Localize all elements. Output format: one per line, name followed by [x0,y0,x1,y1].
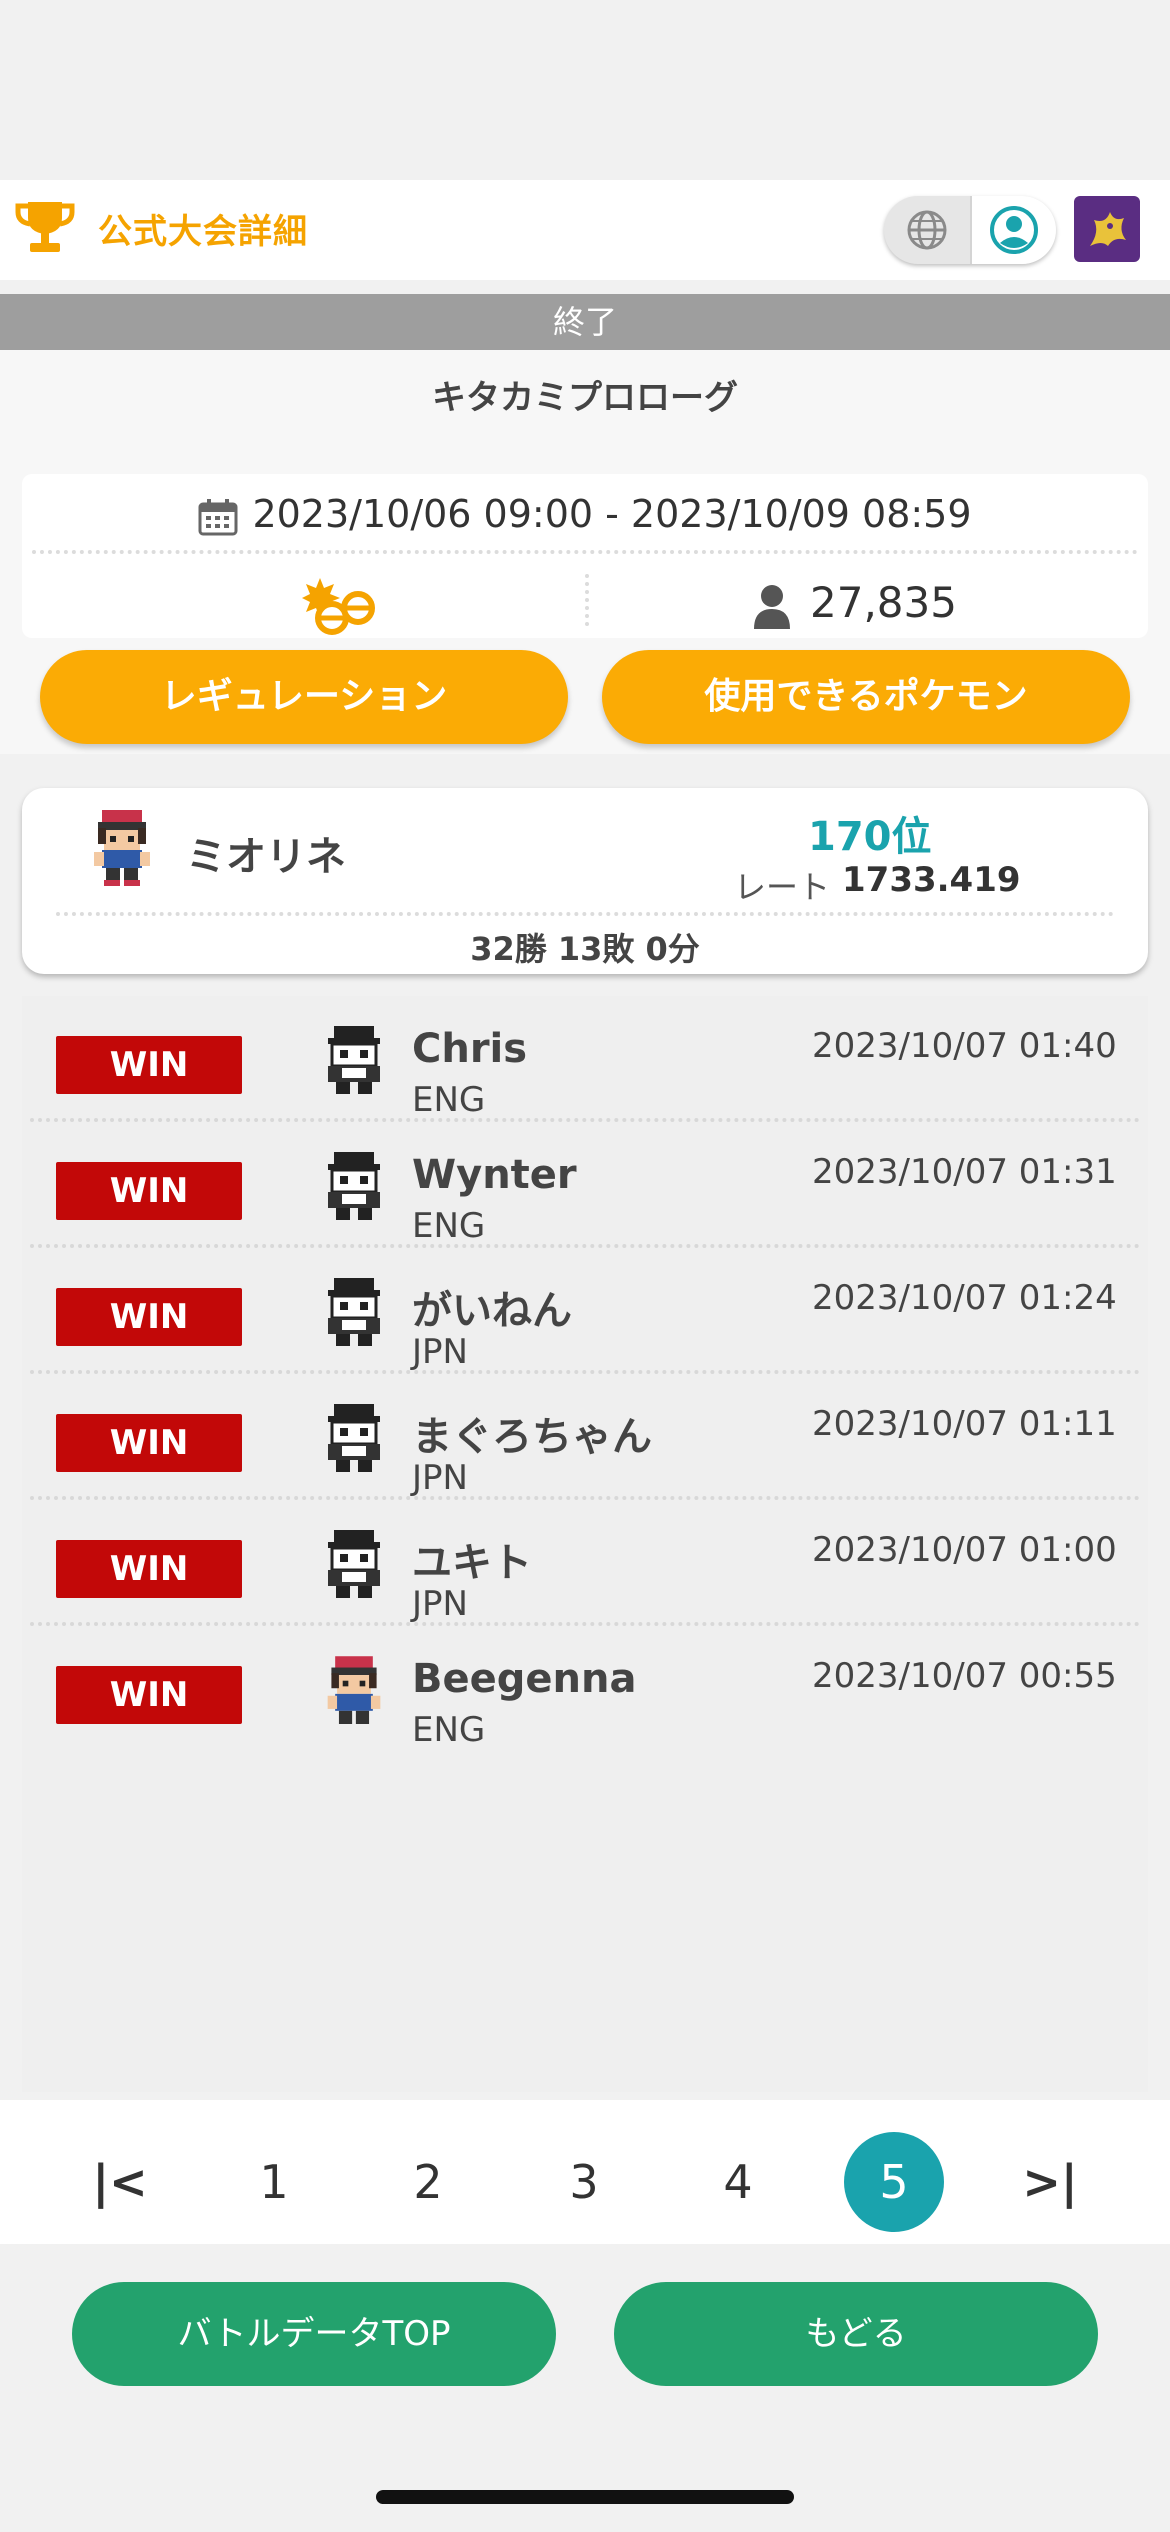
result-badge: WIN [56,1162,242,1220]
player-summary-card: ミオリネ 170位 レート 1733.419 32勝 13敗 0分 [22,788,1148,974]
calendar-icon [198,498,238,535]
opponent-language: ENG [412,1206,486,1246]
global-view-button[interactable] [884,196,970,264]
match-row[interactable]: WIN まぐろちゃん JPN 2023/10/07 01:11 [22,1374,1148,1500]
opponent-name: ユキト [412,1540,532,1586]
match-row[interactable]: WIN Beegenna ENG 2023/10/07 00:55 [22,1626,1148,1752]
match-row[interactable]: WIN Wynter ENG 2023/10/07 01:31 [22,1122,1148,1248]
person-icon [754,584,790,629]
rate-value: 1733.419 [842,860,1021,900]
opponent-avatar [327,1656,381,1724]
match-row[interactable]: WIN ユキト JPN 2023/10/07 01:00 [22,1500,1148,1626]
result-badge: WIN [56,1666,242,1724]
opponent-avatar [328,1278,380,1346]
double-battle-icon [302,578,375,635]
last-page-button[interactable]: >| [1000,2132,1100,2232]
rate-label: レート [734,868,831,906]
opponent-language: ENG [412,1080,486,1120]
trophy-icon [15,202,75,252]
opponent-language: ENG [412,1710,486,1750]
page-1-button[interactable]: 1 [224,2132,324,2232]
home-indicator [376,2490,794,2504]
result-badge: WIN [56,1288,242,1346]
participants-count: 27,835 [752,578,957,629]
usable-pokemon-button[interactable]: 使用できるポケモン [602,650,1130,744]
match-row[interactable]: WIN Chris ENG 2023/10/07 01:40 [22,996,1148,1122]
divider [56,912,1114,916]
match-time: 2023/10/07 01:31 [812,1152,1117,1192]
match-time: 2023/10/07 01:24 [812,1278,1117,1318]
opponent-avatar [328,1026,380,1094]
period-text: 2023/10/06 09:00 - 2023/10/09 08:59 [252,492,972,536]
profile-view-button[interactable] [970,196,1056,264]
opponent-name: がいねん [412,1288,572,1334]
opponent-language: JPN [412,1332,468,1372]
player-name: ミオリネ [186,834,346,880]
result-badge: WIN [56,1540,242,1598]
dragon-icon [1090,212,1126,246]
opponent-language: JPN [412,1584,468,1624]
result-badge: WIN [56,1036,242,1094]
divider-vertical [585,574,589,626]
match-row[interactable]: WIN がいねん JPN 2023/10/07 01:24 [22,1248,1148,1374]
status-bar-area [0,0,1170,180]
first-page-button[interactable]: |< [70,2132,170,2232]
trainer-avatar [94,810,150,886]
pagination: |< 1 2 3 4 5 >| [0,2100,1170,2244]
opponent-name: Chris [412,1026,528,1072]
page-2-button[interactable]: 2 [378,2132,478,2232]
player-rank: 170位 [808,814,932,860]
dragon-emblem[interactable] [1074,196,1140,262]
period-row: 2023/10/06 09:00 - 2023/10/09 08:59 [22,492,1148,536]
competition-name: キタカミプロローグ [432,378,738,418]
app-header: 公式大会詳細 [0,180,1170,280]
page-3-button[interactable]: 3 [534,2132,634,2232]
win-loss-record: 32勝 13敗 0分 [470,930,700,968]
divider [32,550,1138,554]
page-4-button[interactable]: 4 [688,2132,788,2232]
page-title: 公式大会詳細 [98,212,308,252]
result-badge: WIN [56,1414,242,1472]
match-time: 2023/10/07 01:40 [812,1026,1117,1066]
view-toggle[interactable] [884,196,1056,264]
globe-icon [907,210,947,250]
competition-info-card: 2023/10/06 09:00 - 2023/10/09 08:59 27,8… [22,474,1148,638]
opponent-avatar [328,1152,380,1220]
page-5-button[interactable]: 5 [844,2132,944,2232]
match-time: 2023/10/07 01:00 [812,1530,1117,1570]
status-bar-ended: 終了 [0,294,1170,350]
match-time: 2023/10/07 00:55 [812,1656,1117,1696]
back-button[interactable]: もどる [614,2282,1098,2386]
opponent-name: Wynter [412,1152,577,1198]
battle-data-top-button[interactable]: バトルデータTOP [72,2282,556,2386]
opponent-name: Beegenna [412,1656,637,1702]
profile-icon [990,206,1038,254]
opponent-avatar [328,1404,380,1472]
opponent-avatar [328,1530,380,1598]
opponent-language: JPN [412,1458,468,1498]
regulation-button[interactable]: レギュレーション [40,650,568,744]
match-history-list: WIN Chris ENG 2023/10/07 01:40 WIN Wynte… [22,996,1148,2092]
opponent-name: まぐろちゃん [412,1414,652,1460]
match-time: 2023/10/07 01:11 [812,1404,1117,1444]
participants-value: 27,835 [810,578,957,627]
